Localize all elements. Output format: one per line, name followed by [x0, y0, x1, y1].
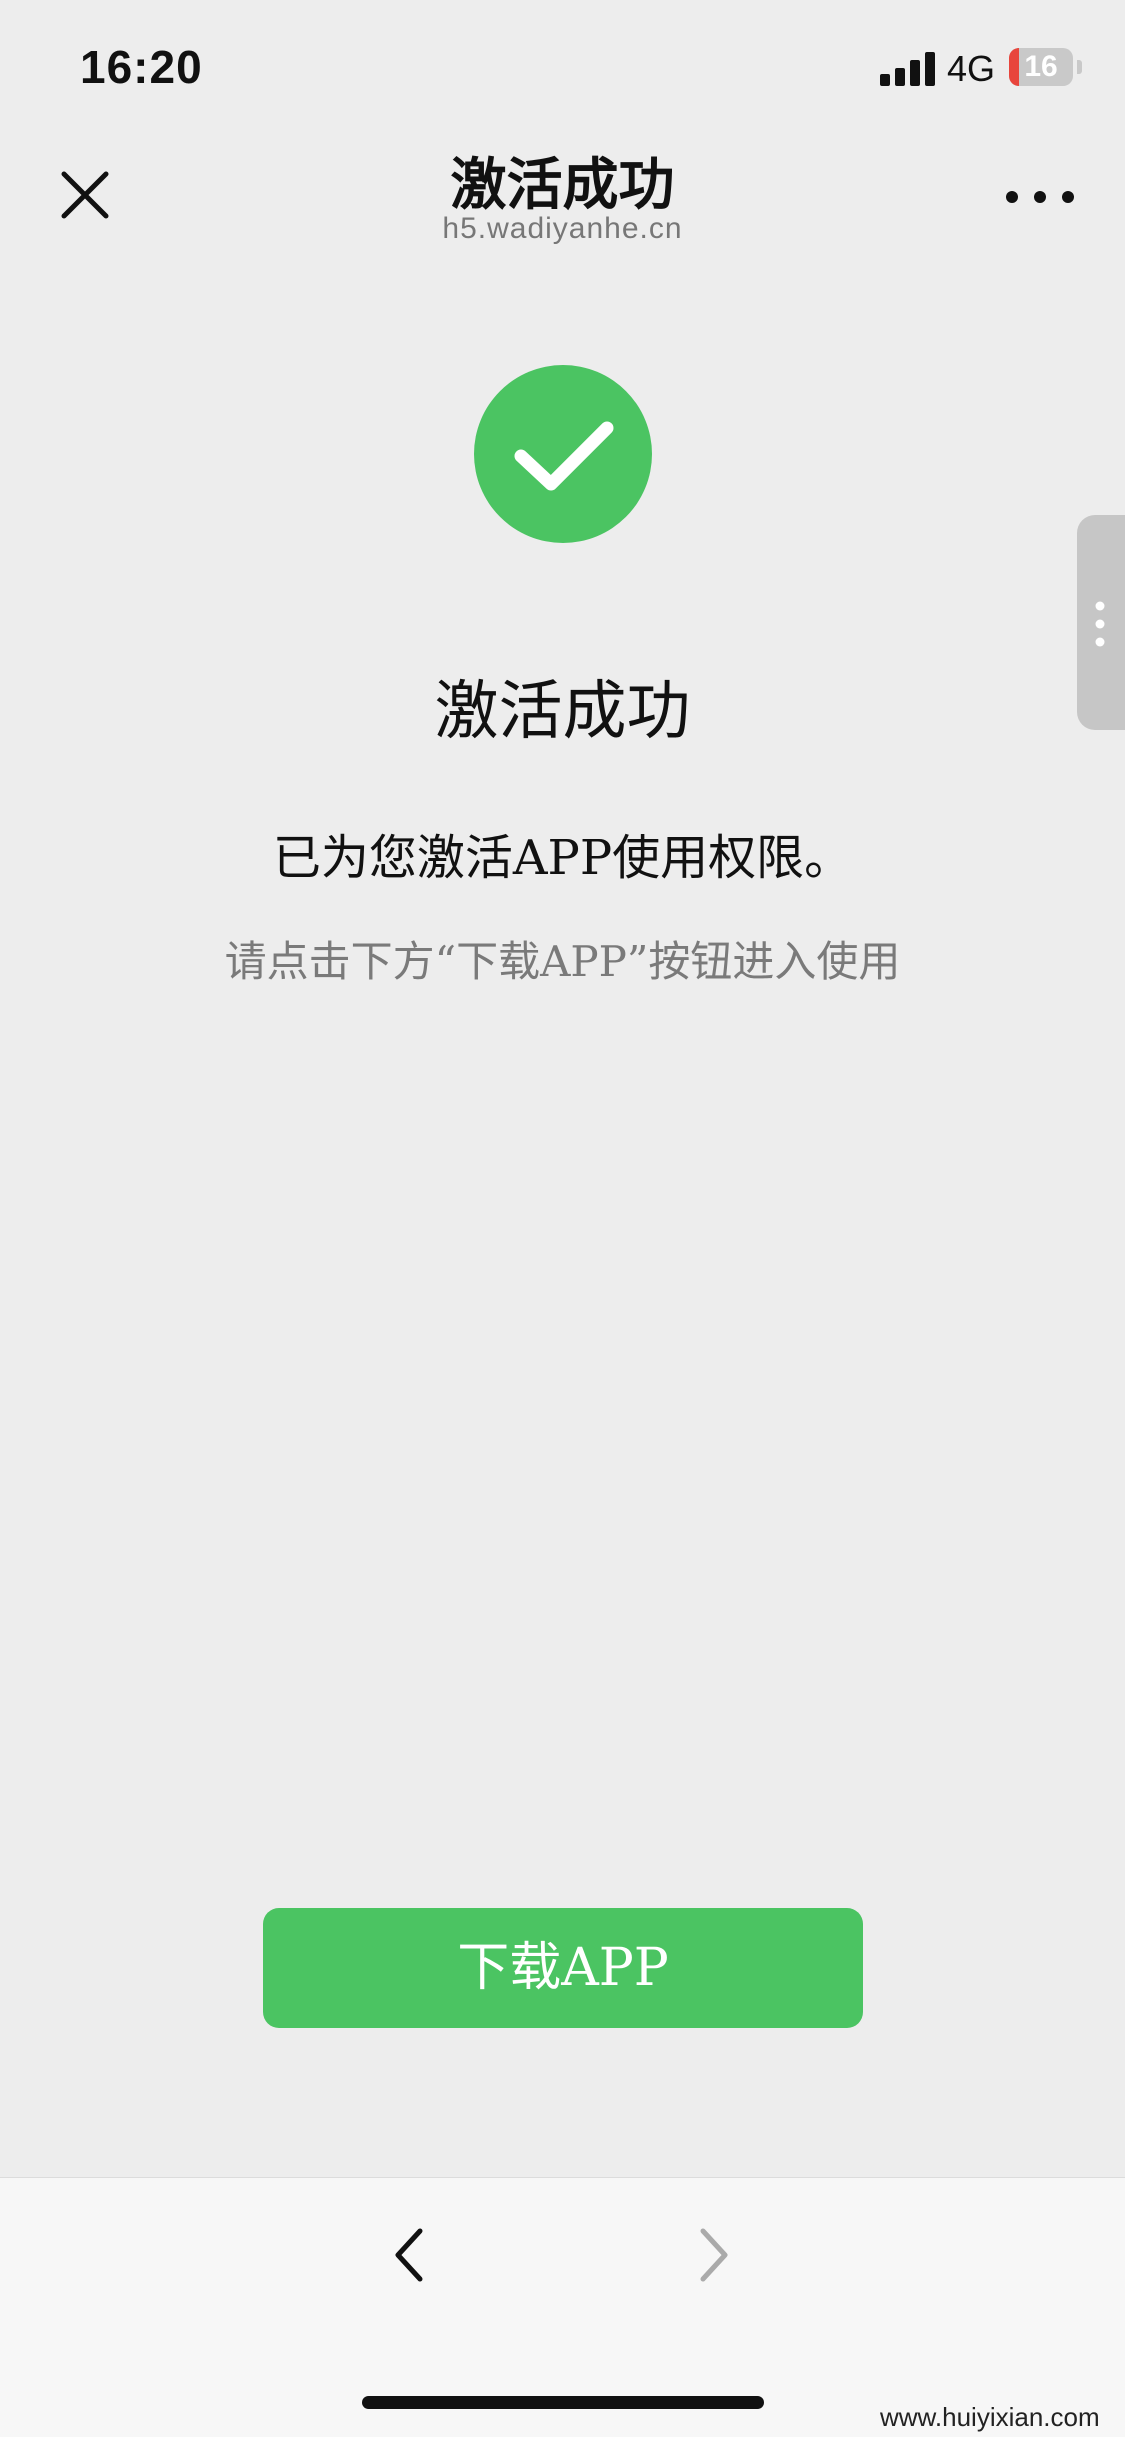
- page-title: 激活成功: [450, 153, 675, 218]
- success-heading: 激活成功: [434, 675, 691, 749]
- battery-tip: [1077, 60, 1082, 74]
- forward-arrow-icon: [700, 2228, 728, 2282]
- signal-icon: [880, 50, 936, 86]
- status-time: 16:20: [80, 41, 203, 93]
- check-circle-icon: [474, 365, 652, 543]
- back-arrow-icon[interactable]: [390, 2225, 430, 2285]
- success-description: 已为您激活APP使用权限。: [272, 830, 853, 886]
- network-type: 4G: [947, 48, 996, 89]
- drag-handle-icon: [1095, 601, 1105, 647]
- more-icon[interactable]: [1000, 172, 1080, 222]
- download-app-button[interactable]: 下载APP: [263, 1908, 863, 2028]
- watermark: www.huiyixian.com: [880, 2402, 1100, 2432]
- home-indicator[interactable]: [362, 2396, 764, 2409]
- page-domain: h5.wadiyanhe.cn: [442, 212, 683, 245]
- battery-icon: 16: [1009, 48, 1073, 86]
- battery-level: 16: [1024, 50, 1058, 83]
- success-hint: 请点击下方“下载APP”按钮进入使用: [224, 937, 901, 986]
- status-bar: 16:20 4G 16: [0, 0, 1125, 132]
